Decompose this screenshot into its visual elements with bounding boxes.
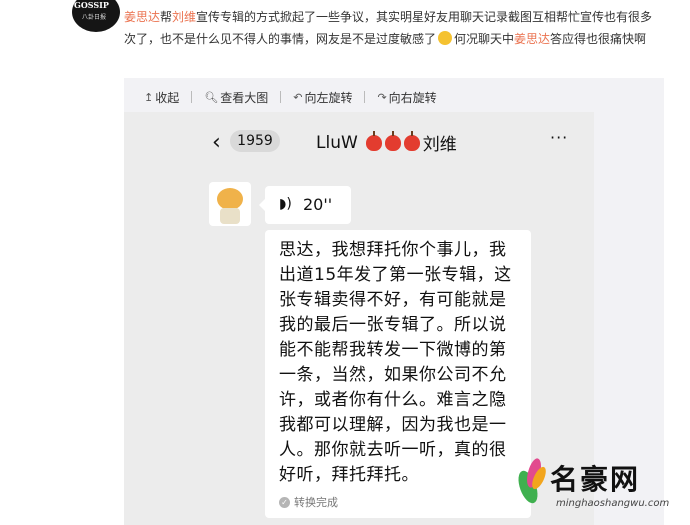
post-text-segment: 何况聊天中 — [454, 32, 515, 46]
more-options-icon[interactable]: ··· — [550, 128, 568, 147]
conversion-status: ✓ 转换完成 — [279, 494, 338, 510]
conversion-label: 转换完成 — [294, 496, 338, 509]
tiger-body-icon — [220, 208, 240, 224]
back-chevron-icon[interactable]: ‹ — [212, 130, 221, 155]
mention-link[interactable]: 姜思达 — [514, 32, 550, 46]
view-large-label: 查看大图 — [220, 90, 269, 105]
avatar-logo-subtext: 八卦日报 — [82, 14, 107, 21]
flame-logo-icon — [514, 454, 549, 510]
voice-duration: 20'' — [303, 195, 333, 214]
toolbar-divider — [280, 91, 282, 103]
toolbar-divider — [364, 91, 366, 103]
collapse-label: 收起 — [155, 90, 180, 105]
rotate-left-label: 向左旋转 — [304, 90, 353, 105]
rotate-right-button[interactable]: ↷ 向右旋转 — [377, 89, 436, 106]
collapse-icon: ↥ — [144, 90, 154, 104]
voice-wave-icon: ◗) — [279, 196, 292, 212]
post-text: 姜思达帮刘维宣传专辑的方式掀起了一些争议，其实明星好友用聊天记录截图互相帮忙宣传… — [124, 6, 664, 50]
contact-name-latin: LluW — [316, 132, 358, 153]
avatar-logo-text: GOSSIP — [74, 0, 109, 10]
voice-message-bubble[interactable]: ◗) 20'' — [259, 186, 351, 224]
mention-link[interactable]: 姜思达 — [124, 10, 160, 24]
rotate-left-button[interactable]: ↶ 向左旋转 — [293, 89, 352, 106]
emoji-icon — [438, 31, 453, 45]
apple-emoji-icon — [384, 130, 401, 151]
rotate-left-icon: ↶ — [293, 90, 303, 104]
apple-emoji-icon — [403, 130, 420, 151]
site-watermark: 名豪网 minghaoshangwu.com — [514, 452, 690, 525]
author-avatar[interactable]: GOSSIP 八卦日报 — [72, 0, 120, 32]
rotate-right-label: 向右旋转 — [388, 90, 437, 105]
collapse-button[interactable]: ↥ 收起 — [144, 89, 179, 106]
check-icon: ✓ — [279, 496, 290, 508]
transcribed-text-bubble: 思达，我想拜托你个事儿，我出道15年发了第一张专辑，这张专辑卖得不好，有可能就是… — [265, 230, 531, 518]
contact-avatar[interactable] — [209, 182, 251, 226]
message-text: 思达，我想拜托你个事儿，我出道15年发了第一张专辑，这张专辑卖得不好，有可能就是… — [279, 240, 512, 485]
contact-name: LluW 刘维 — [316, 130, 457, 155]
watermark-name: 名豪网 — [550, 463, 641, 496]
magnifier-icon: 🔍︎ — [204, 90, 219, 104]
watermark-url: minghaoshangwu.com — [556, 498, 670, 509]
toolbar-divider — [191, 91, 193, 103]
unread-count-badge: 1959 — [230, 130, 280, 152]
tiger-face-icon — [217, 188, 243, 210]
image-toolbar: ↥ 收起 🔍︎ 查看大图 ↶ 向左旋转 ↷ 向右旋转 — [144, 88, 437, 106]
contact-name-chinese: 刘维 — [422, 135, 457, 155]
post-text-segment: 帮 — [160, 10, 173, 24]
view-large-button[interactable]: 🔍︎ 查看大图 — [204, 89, 268, 106]
apple-emoji-icon — [365, 130, 382, 151]
post-text-segment: 答应得也很痛快啊 — [550, 32, 647, 46]
mention-link[interactable]: 刘维 — [172, 10, 196, 24]
rotate-right-icon: ↷ — [377, 90, 387, 104]
